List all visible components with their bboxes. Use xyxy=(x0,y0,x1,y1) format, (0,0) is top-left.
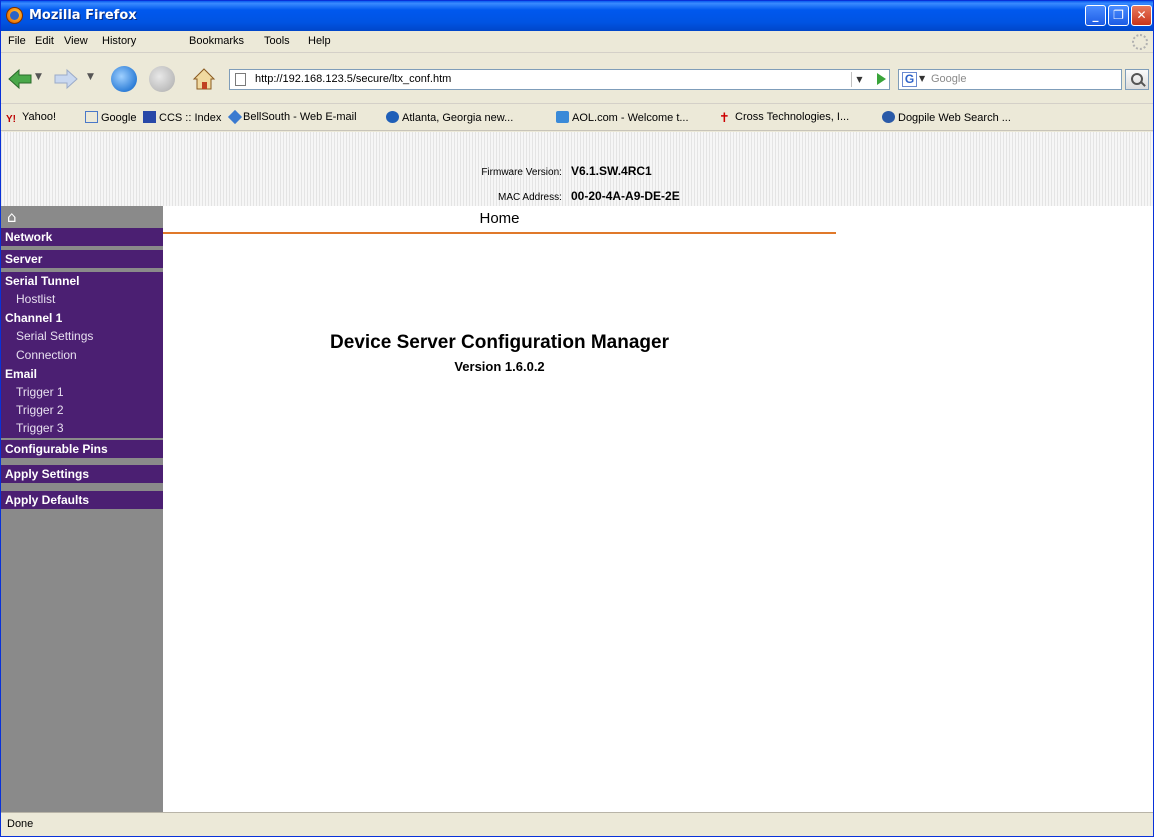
section-divider xyxy=(163,232,836,234)
menu-view[interactable]: View xyxy=(64,35,88,47)
mac-label: MAC Address: xyxy=(497,192,562,203)
bellsouth-icon xyxy=(227,109,243,125)
firmware-row: Firmware Version: V6.1.SW.4RC1 xyxy=(1,160,701,179)
mac-value: 00-20-4A-A9-DE-2E xyxy=(571,189,680,203)
search-magnifier-icon[interactable] xyxy=(1125,69,1149,90)
maximize-button[interactable]: ❐ xyxy=(1108,5,1129,26)
app-version: Version 1.6.0.2 xyxy=(454,359,545,374)
nav-apply-settings[interactable]: Apply Settings xyxy=(1,465,163,483)
page-icon xyxy=(235,73,246,86)
bookmark-ccs-index[interactable]: CCS :: Index xyxy=(143,111,221,124)
engine-dropdown-icon[interactable]: ▼ xyxy=(919,74,925,83)
close-button[interactable]: ✕ xyxy=(1131,5,1152,26)
bookmark-yahoo[interactable]: Y! Yahoo! xyxy=(6,111,56,126)
minimize-button[interactable]: _ xyxy=(1085,5,1106,26)
sidebar-home[interactable]: ⌂ xyxy=(1,206,163,228)
nav-connection[interactable]: Connection xyxy=(1,346,163,365)
firmware-value: V6.1.SW.4RC1 xyxy=(571,164,652,178)
url-bar[interactable]: http://192.168.123.5/secure/ltx_conf.htm… xyxy=(229,69,890,90)
navigation-toolbar: ▼ ▼ http://192.168.123.5/secure/ltx_conf… xyxy=(1,54,1153,104)
bookmarks-toolbar: Y! Yahoo! Google CCS :: Index BellSouth -… xyxy=(1,105,1153,131)
nav-server[interactable]: Server xyxy=(1,250,163,268)
cross-icon: ✝ xyxy=(719,111,730,126)
nav-serial-settings[interactable]: Serial Settings xyxy=(1,327,163,346)
search-placeholder[interactable]: Google xyxy=(931,73,966,85)
ccs-icon xyxy=(143,111,156,123)
browser-window: Mozilla Firefox _ ❐ ✕ File Edit View His… xyxy=(0,0,1154,837)
reload-icon[interactable] xyxy=(111,66,137,92)
status-text: Done xyxy=(7,818,34,830)
menu-bookmarks[interactable]: Bookmarks xyxy=(189,35,244,47)
home-outline-icon[interactable]: ⌂ xyxy=(7,209,25,225)
bookmark-dogpile[interactable]: Dogpile Web Search ... xyxy=(882,111,1011,124)
bookmark-bellsouth[interactable]: BellSouth - Web E-mail xyxy=(227,109,357,125)
section-title: Home xyxy=(479,210,520,227)
back-arrow-icon[interactable] xyxy=(7,66,33,92)
sidebar-nav: ⌂ Network Server Serial Tunnel Hostlist … xyxy=(1,206,163,812)
bookmark-ajc[interactable]: Atlanta, Georgia new... xyxy=(386,111,513,124)
url-history-dropdown-icon[interactable]: ▼ xyxy=(851,72,867,87)
back-dropdown-icon[interactable]: ▼ xyxy=(35,72,42,82)
menu-edit[interactable]: Edit xyxy=(35,35,54,47)
firmware-label: Firmware Version: xyxy=(481,167,562,178)
dogpile-icon xyxy=(882,111,895,123)
nav-email[interactable]: Email xyxy=(1,365,163,383)
nav-trigger-3[interactable]: Trigger 3 xyxy=(1,419,163,438)
app-title: Device Server Configuration Manager xyxy=(330,332,669,353)
nav-configurable-pins[interactable]: Configurable Pins xyxy=(1,440,163,458)
bookmark-cross-technologies[interactable]: ✝ Cross Technologies, I... xyxy=(719,111,849,125)
nav-serial-tunnel[interactable]: Serial Tunnel xyxy=(1,272,163,290)
stop-icon[interactable] xyxy=(149,66,175,92)
window-title: Mozilla Firefox xyxy=(29,8,137,23)
nav-trigger-2[interactable]: Trigger 2 xyxy=(1,401,163,420)
nav-trigger-1[interactable]: Trigger 1 xyxy=(1,383,163,402)
url-text[interactable]: http://192.168.123.5/secure/ltx_conf.htm xyxy=(255,73,451,85)
aol-icon xyxy=(556,111,569,123)
nav-apply-defaults[interactable]: Apply Defaults xyxy=(1,491,163,509)
bookmark-aol[interactable]: AOL.com - Welcome t... xyxy=(556,111,689,124)
bookmark-google[interactable]: Google xyxy=(85,111,136,124)
menu-history[interactable]: History xyxy=(102,35,136,47)
go-arrow-icon[interactable] xyxy=(877,73,886,85)
google-icon xyxy=(85,111,98,123)
menu-tools[interactable]: Tools xyxy=(264,35,290,47)
menu-file[interactable]: File xyxy=(8,35,26,47)
google-engine-icon[interactable]: G xyxy=(902,72,917,87)
menu-bar: File Edit View History Bookmarks Tools H… xyxy=(1,31,1153,53)
nav-channel-1[interactable]: Channel 1 xyxy=(1,309,163,327)
search-bar[interactable]: G ▼ Google xyxy=(898,69,1122,90)
mac-row: MAC Address: 00-20-4A-A9-DE-2E xyxy=(1,185,701,204)
title-bar: Mozilla Firefox _ ❐ ✕ xyxy=(1,1,1153,31)
nav-network[interactable]: Network xyxy=(1,228,163,246)
home-icon[interactable] xyxy=(191,66,217,92)
page-content: Firmware Version: V6.1.SW.4RC1 MAC Addre… xyxy=(1,132,1153,812)
menu-help[interactable]: Help xyxy=(308,35,331,47)
nav-hostlist[interactable]: Hostlist xyxy=(1,290,163,309)
ajc-icon xyxy=(386,111,399,123)
forward-dropdown-icon[interactable]: ▼ xyxy=(87,72,94,82)
yahoo-icon: Y! xyxy=(6,114,16,125)
activity-throbber-icon xyxy=(1132,34,1148,50)
forward-arrow-icon[interactable] xyxy=(53,66,79,92)
status-bar: Done xyxy=(1,812,1153,836)
device-info-header: Firmware Version: V6.1.SW.4RC1 MAC Addre… xyxy=(1,132,1153,206)
firefox-icon xyxy=(6,7,23,24)
